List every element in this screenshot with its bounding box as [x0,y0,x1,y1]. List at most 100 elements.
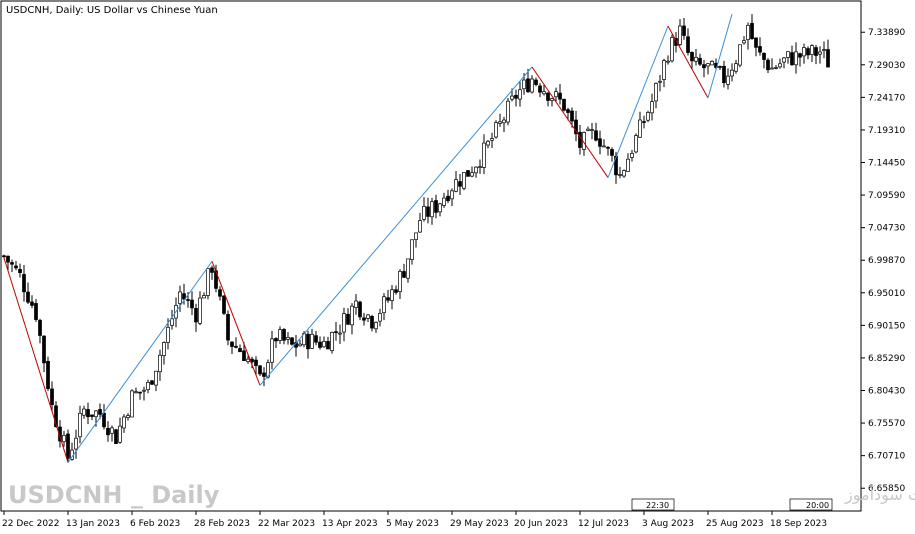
candle [106,421,110,442]
candle [102,404,106,430]
candle [162,341,166,365]
candle [366,314,370,322]
candle [718,65,722,71]
candle [538,83,542,98]
candle [414,232,418,248]
candle [686,28,690,56]
candle [722,60,726,88]
candle [382,293,386,321]
candle [138,391,142,400]
candle [326,336,330,350]
candle [618,166,622,179]
candle [150,379,154,385]
candle [602,139,606,148]
time-tick-label: 18 Sep 2023 [770,519,827,529]
candle [22,265,26,302]
candle [258,364,262,377]
price-tick-label: 6.80430 [868,387,905,397]
candle [262,367,266,387]
candle [666,55,670,65]
candle [194,303,198,332]
candle [342,307,346,342]
price-tick-label: 7.14450 [868,159,905,169]
candle [762,52,766,69]
candle [622,169,626,178]
candle [818,46,822,64]
price-tick-label: 6.99870 [868,256,905,266]
candle [770,58,774,70]
candle [430,197,434,225]
candle [466,170,470,177]
candle [814,44,818,65]
candle [626,153,630,172]
price-tick-label: 6.90150 [868,321,905,331]
time-tick-label: 12 Jul 2023 [578,519,629,529]
candle [682,17,686,40]
candle [694,49,698,66]
candle [546,92,550,107]
candle [690,51,694,69]
candle [482,134,486,175]
time-tick-label: 20 Jun 2023 [514,519,568,529]
candle [502,116,506,133]
price-tick-label: 6.75570 [868,419,905,429]
candle [294,334,298,357]
candle [726,68,730,90]
price-tick-label: 7.19310 [868,126,905,136]
candle [794,42,798,74]
time-axis: 22 Dec 2022 13 Jan 2023 6 Feb 2023 28 Feb 2… [2,511,827,529]
zigzag-segment [211,261,261,386]
candle [74,429,78,459]
price-tick-label: 7.29030 [868,61,905,71]
candle [826,39,830,68]
candle [646,110,650,123]
time-tick-label: 6 Feb 2023 [130,519,180,529]
candle [494,120,498,139]
price-tick-label: 6.85290 [868,354,905,364]
candle [758,37,762,56]
candle [742,36,746,45]
candle [362,312,366,326]
candle [746,22,750,50]
candle [390,285,394,310]
price-tick-label: 6.95010 [868,289,905,299]
time-badge: 22:30 [631,498,675,511]
time-tick-label: 3 Aug 2023 [642,519,694,529]
time-tick-label: 22 Dec 2022 [2,519,60,529]
candle [486,140,490,149]
candle [598,130,602,155]
time-badge: 20:00 [789,498,833,511]
candle [14,260,18,271]
candle [610,147,614,162]
candle [346,308,350,325]
candle [274,337,278,349]
candle [558,83,562,105]
candle [26,282,30,305]
price-chart[interactable]: USDCNH, Daily: US Dollar vs Chinese Yuan… [0,0,915,534]
time-tick-label: 5 May 2023 [386,519,439,529]
candle [146,379,150,394]
candle [338,324,342,344]
candle [10,259,14,273]
candle [634,133,638,154]
time-tick-label: 28 Feb 2023 [194,519,250,529]
candle [374,321,378,333]
candle [234,337,238,349]
candle [710,60,714,66]
candle [730,63,734,82]
candle [530,75,534,94]
candle [90,414,94,421]
candle [46,356,50,391]
candle [290,336,294,346]
candle [774,64,778,70]
candle [62,430,66,447]
candle [78,405,82,444]
candle [450,188,454,207]
candle [594,122,598,142]
candle [238,344,242,353]
candle [782,57,786,69]
price-tick-label: 7.09590 [868,191,905,201]
candle [434,194,438,219]
candle [514,89,518,107]
candle [110,425,114,442]
